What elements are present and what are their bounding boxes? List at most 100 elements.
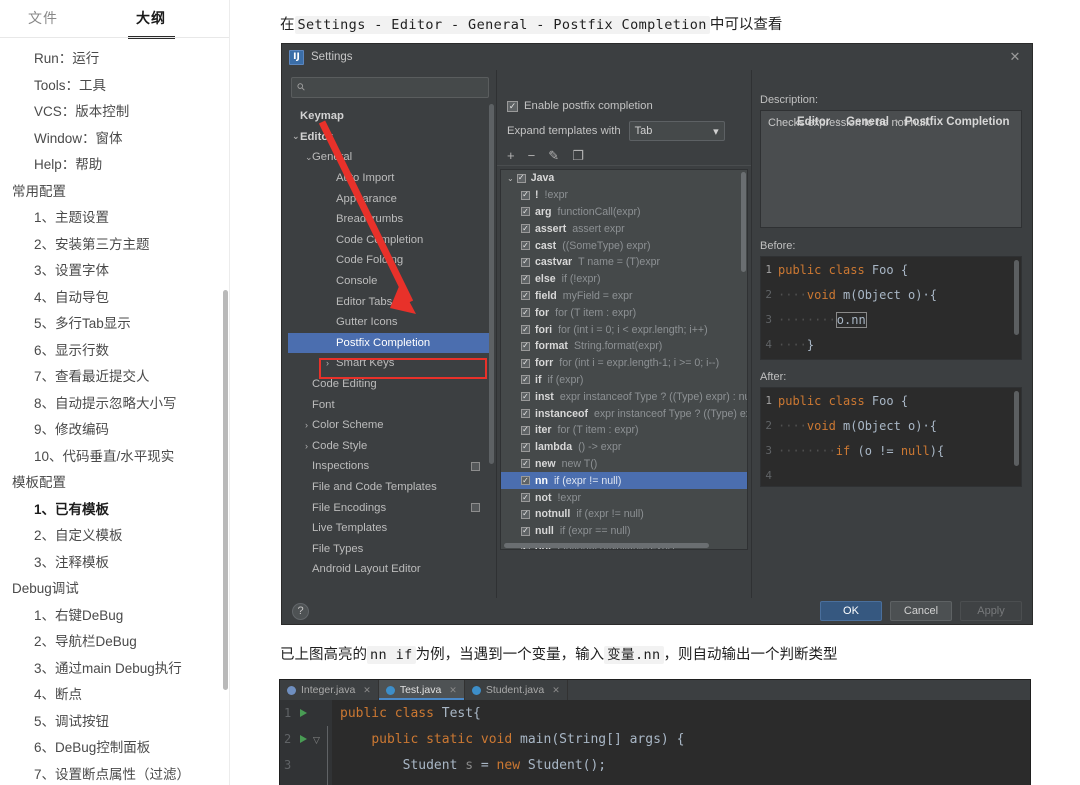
template-row[interactable]: forifor (int i = 0; i < expr.length; i++… <box>501 321 747 338</box>
template-row[interactable]: lambda() -> expr <box>501 439 747 456</box>
outline-item[interactable]: 2、安装第三方主题 <box>0 232 230 259</box>
templates-horizontal-scrollbar[interactable] <box>504 543 709 548</box>
checkbox-icon[interactable] <box>521 527 530 536</box>
edit-icon[interactable]: ✎ <box>548 148 559 164</box>
template-row[interactable]: not!expr <box>501 489 747 506</box>
checkbox-icon[interactable] <box>521 375 530 384</box>
settings-tree-item[interactable]: Appearance <box>288 188 492 209</box>
checkbox-icon[interactable] <box>521 493 530 502</box>
sidebar-scrollbar[interactable] <box>223 290 228 690</box>
outline-item[interactable]: 5、调试按钮 <box>0 709 230 736</box>
settings-tree-item[interactable]: File Types <box>288 538 492 559</box>
editor-tab[interactable]: Student.java✕ <box>465 680 568 700</box>
template-row[interactable]: nullif (expr == null) <box>501 523 747 540</box>
template-row[interactable]: forfor (T item : expr) <box>501 304 747 321</box>
outline-item[interactable]: 2、自定义模板 <box>0 523 230 550</box>
settings-tree-item[interactable]: ›Code Style <box>288 436 492 457</box>
ok-button[interactable]: OK <box>820 601 882 621</box>
settings-tree-item[interactable]: Inspections <box>288 456 492 477</box>
checkbox-icon[interactable] <box>521 476 530 485</box>
outline-item[interactable]: 3、设置字体 <box>0 258 230 285</box>
checkbox-icon[interactable] <box>521 510 530 519</box>
checkbox-icon[interactable] <box>521 308 530 317</box>
editor-code-area[interactable]: public class Test{ public static void ma… <box>332 700 1030 785</box>
copy-icon[interactable]: ❐ <box>572 148 584 164</box>
help-icon[interactable]: ? <box>292 603 309 620</box>
settings-tree-item[interactable]: Android Layout Editor <box>288 559 492 580</box>
outline-item[interactable]: 4、自动导包 <box>0 285 230 312</box>
settings-tree-scrollbar[interactable] <box>489 104 494 464</box>
settings-tree-item[interactable]: Auto Import <box>288 168 492 189</box>
breadcrumb-item[interactable]: General <box>846 116 889 128</box>
breadcrumb-item[interactable]: Editor <box>797 116 830 128</box>
outline-item[interactable]: Help：帮助 <box>0 152 230 179</box>
checkbox-icon[interactable] <box>521 325 530 334</box>
fold-icon[interactable]: ▽ <box>313 735 321 743</box>
outline-item[interactable]: 7、查看最近提交人 <box>0 364 230 391</box>
settings-tree-item[interactable]: Font <box>288 394 492 415</box>
checkbox-icon[interactable] <box>521 359 530 368</box>
remove-icon[interactable]: − <box>528 148 536 163</box>
checkbox-icon[interactable] <box>521 207 530 216</box>
cancel-button[interactable]: Cancel <box>890 601 952 621</box>
template-row[interactable]: ifif (expr) <box>501 372 747 389</box>
checkbox-icon[interactable] <box>521 291 530 300</box>
template-row[interactable]: argfunctionCall(expr) <box>501 204 747 221</box>
outline-item[interactable]: 5、多行Tab显示 <box>0 311 230 338</box>
template-row[interactable]: iterfor (T item : expr) <box>501 422 747 439</box>
outline-item[interactable]: 6、显示行数 <box>0 338 230 365</box>
checkbox-icon[interactable] <box>521 275 530 284</box>
checkbox-icon[interactable] <box>521 224 530 233</box>
chevron-right-icon[interactable]: › <box>305 441 308 451</box>
template-row[interactable]: castvarT name = (T)expr <box>501 254 747 271</box>
settings-tree-item[interactable]: ›Color Scheme <box>288 415 492 436</box>
template-row[interactable]: nnif (expr != null) <box>501 472 747 489</box>
tab-files[interactable]: 文件 <box>28 8 58 30</box>
template-row[interactable]: newnew T() <box>501 456 747 473</box>
checkbox-icon[interactable] <box>521 241 530 250</box>
chevron-down-icon[interactable]: ⌄ <box>292 131 300 142</box>
outline-item[interactable]: 6、DeBug控制面板 <box>0 735 230 762</box>
checkbox-icon[interactable] <box>521 258 530 267</box>
settings-search-input[interactable]: ⚲ <box>291 77 489 98</box>
close-icon[interactable]: ✕ <box>449 685 457 696</box>
template-row[interactable]: cast((SomeType) expr) <box>501 237 747 254</box>
settings-tree-item[interactable]: Gutter Icons <box>288 312 492 333</box>
before-code-scrollbar[interactable] <box>1014 260 1019 335</box>
close-icon[interactable]: ✕ <box>998 44 1032 70</box>
outline-item[interactable]: Debug调试 <box>0 576 230 603</box>
outline-item[interactable]: 3、通过main Debug执行 <box>0 656 230 683</box>
template-row[interactable]: notnullif (expr != null) <box>501 506 747 523</box>
close-icon[interactable]: ✕ <box>552 685 560 696</box>
run-icon[interactable] <box>300 709 307 717</box>
after-code-scrollbar[interactable] <box>1014 391 1019 466</box>
outline-item[interactable]: 9、修改编码 <box>0 417 230 444</box>
template-row[interactable]: elseif (!expr) <box>501 271 747 288</box>
outline-item[interactable]: 3、注释模板 <box>0 550 230 577</box>
templates-vertical-scrollbar[interactable] <box>741 172 746 272</box>
template-row[interactable]: fieldmyField = expr <box>501 288 747 305</box>
template-row[interactable]: formatString.format(expr) <box>501 338 747 355</box>
outline-item[interactable]: 1、右键DeBug <box>0 603 230 630</box>
outline-item[interactable]: 1、主题设置 <box>0 205 230 232</box>
template-row[interactable]: !!expr <box>501 187 747 204</box>
outline-item[interactable]: Tools：工具 <box>0 73 230 100</box>
template-row[interactable]: forrfor (int i = expr.length-1; i >= 0; … <box>501 355 747 372</box>
templates-list[interactable]: ⌄Java!!exprargfunctionCall(expr)assertas… <box>500 169 748 550</box>
outline-item[interactable]: 7、设置断点属性（过滤） <box>0 762 230 785</box>
editor-tab[interactable]: Integer.java✕ <box>280 680 379 700</box>
settings-tree[interactable]: Keymap⌄Editor⌄GeneralAuto ImportAppearan… <box>288 106 492 580</box>
checkbox-icon[interactable] <box>521 392 530 401</box>
checkbox-icon[interactable] <box>521 191 530 200</box>
settings-tree-item[interactable]: Code Completion <box>288 230 492 251</box>
template-group-row[interactable]: ⌄Java <box>501 170 747 187</box>
outline-item[interactable]: 2、导航栏DeBug <box>0 629 230 656</box>
settings-tree-item[interactable]: Postfix Completion <box>288 333 492 354</box>
outline-list[interactable]: Run：运行Tools：工具VCS：版本控制Window：窗体Help：帮助常用… <box>0 42 230 785</box>
add-icon[interactable]: + <box>507 148 515 163</box>
tab-outline[interactable]: 大纲 <box>136 8 166 30</box>
outline-item[interactable]: 1、已有模板 <box>0 497 230 524</box>
settings-tree-item[interactable]: Live Templates <box>288 518 492 539</box>
close-icon[interactable]: ✕ <box>363 685 371 696</box>
checkbox-icon[interactable] <box>521 409 530 418</box>
